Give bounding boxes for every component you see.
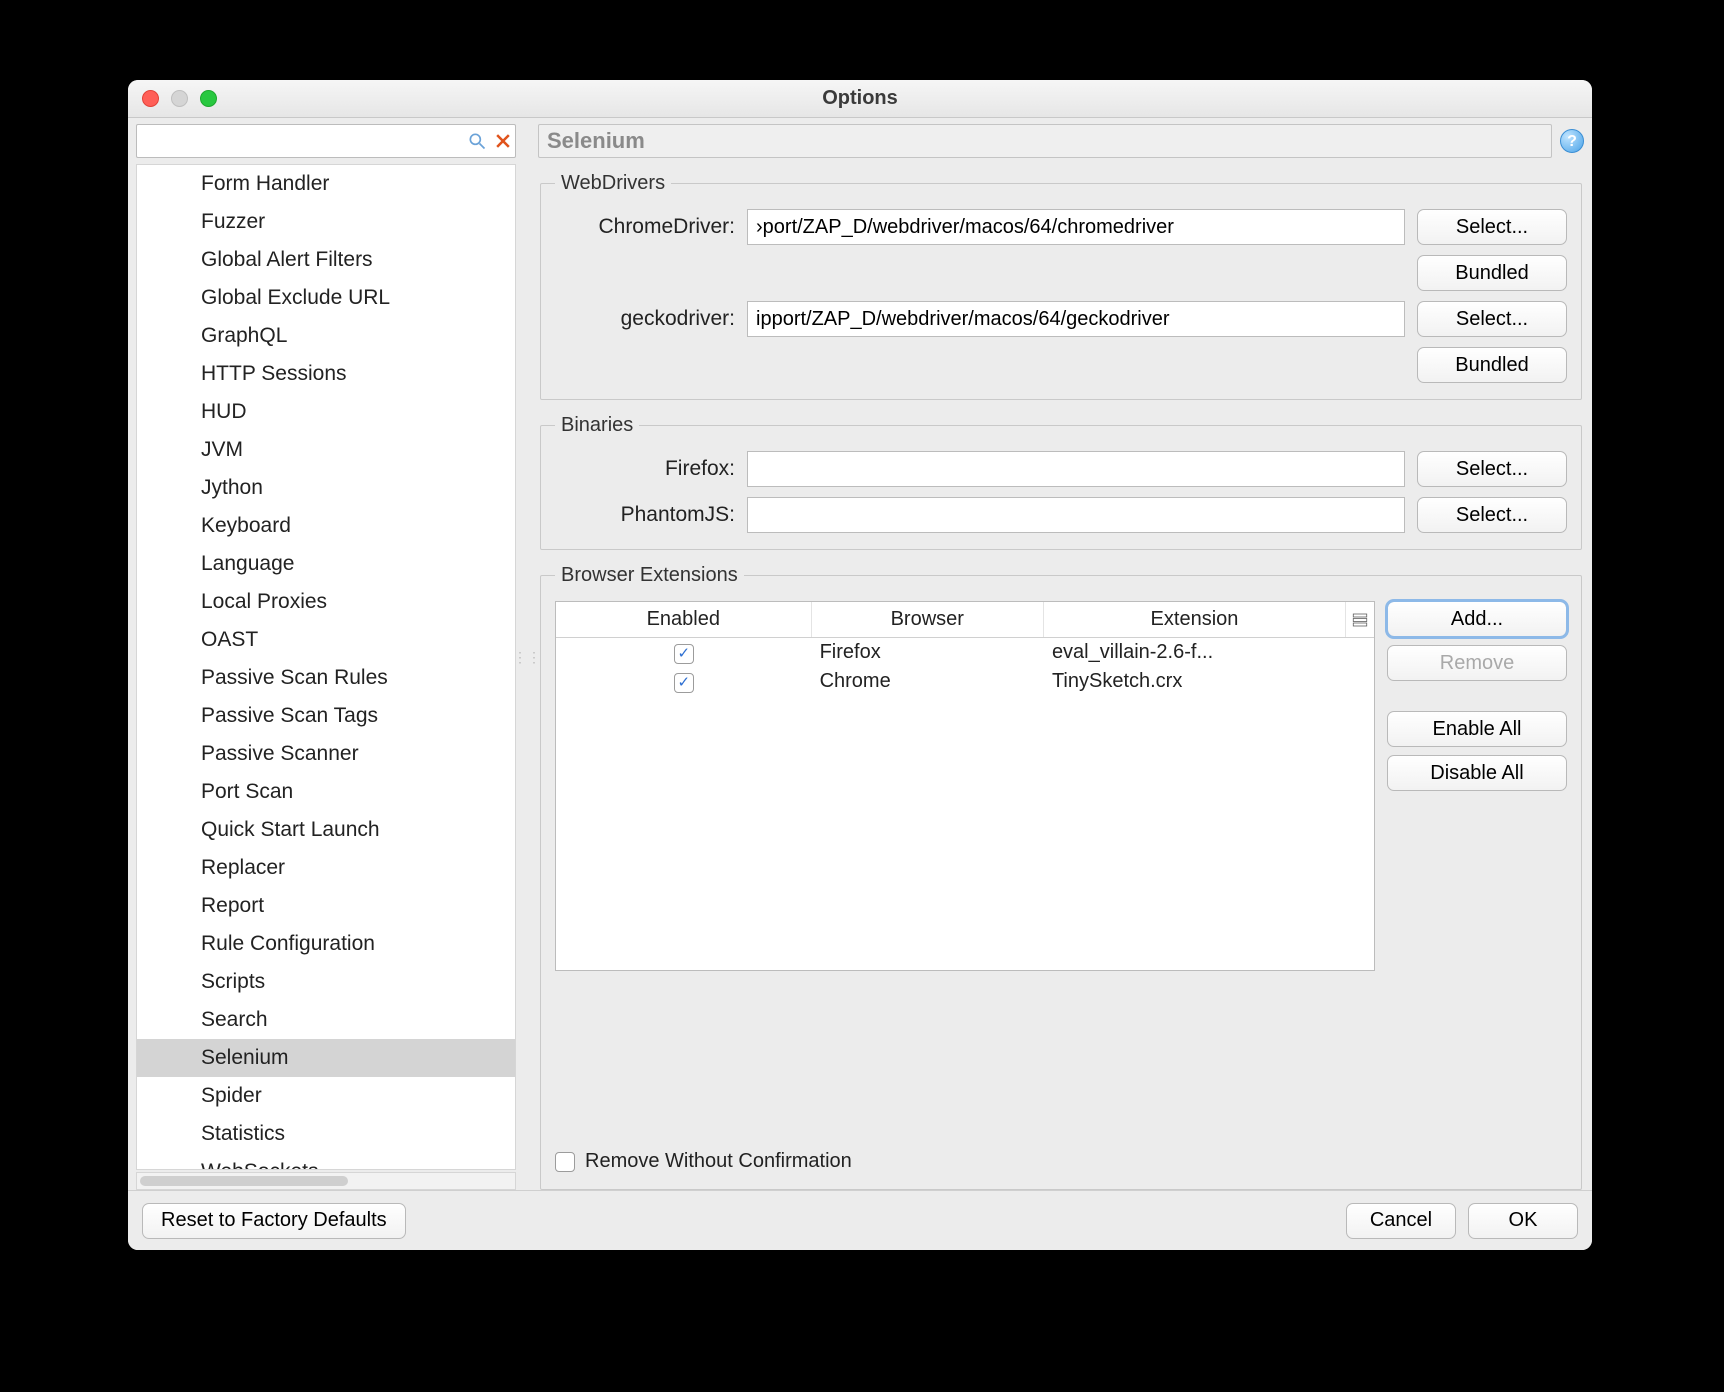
- scroll-thumb[interactable]: [140, 1176, 348, 1186]
- window-title: Options: [128, 87, 1592, 110]
- geckodriver-label: geckodriver:: [555, 307, 735, 331]
- phantomjs-label: PhantomJS:: [555, 503, 735, 527]
- panel-title: Selenium: [538, 124, 1552, 158]
- search-icon[interactable]: [467, 131, 487, 151]
- help-icon[interactable]: ?: [1560, 129, 1584, 153]
- remove-confirm-row: Remove Without Confirmation: [555, 1150, 1567, 1173]
- table-row[interactable]: ✓ ChromeTinySketch.crx: [556, 667, 1374, 696]
- sidebar-item-local-proxies[interactable]: Local Proxies: [137, 583, 515, 621]
- chromedriver-path[interactable]: [747, 209, 1405, 245]
- extensions-side-buttons: Add... Remove Enable All Disable All: [1387, 601, 1567, 1140]
- search-row: [136, 124, 516, 158]
- extension-cell: eval_villain-2.6-f...: [1044, 638, 1346, 667]
- sidebar-item-selenium[interactable]: Selenium: [137, 1039, 515, 1077]
- sidebar-item-scripts[interactable]: Scripts: [137, 963, 515, 1001]
- chromedriver-bundled-button[interactable]: Bundled: [1417, 255, 1567, 291]
- titlebar: Options: [128, 80, 1592, 118]
- options-window: Options Form HandlerFuzzerGlobal Alert F…: [128, 80, 1592, 1250]
- sidebar-item-report[interactable]: Report: [137, 887, 515, 925]
- ok-button[interactable]: OK: [1468, 1203, 1578, 1239]
- sidebar-item-language[interactable]: Language: [137, 545, 515, 583]
- browser-cell: Chrome: [812, 667, 1044, 696]
- sidebar-item-search[interactable]: Search: [137, 1001, 515, 1039]
- table-header: Enabled Browser Extension: [556, 602, 1374, 638]
- sidebar-item-passive-scan-rules[interactable]: Passive Scan Rules: [137, 659, 515, 697]
- webdrivers-group: WebDrivers ChromeDriver: Select... Bundl…: [540, 172, 1582, 400]
- firefox-label: Firefox:: [555, 457, 735, 481]
- sidebar-item-spider[interactable]: Spider: [137, 1077, 515, 1115]
- sidebar-item-hud[interactable]: HUD: [137, 393, 515, 431]
- enable-all-button[interactable]: Enable All: [1387, 711, 1567, 747]
- sidebar-item-passive-scan-tags[interactable]: Passive Scan Tags: [137, 697, 515, 735]
- extensions-legend: Browser Extensions: [555, 564, 744, 587]
- sidebar-item-quick-start-launch[interactable]: Quick Start Launch: [137, 811, 515, 849]
- cancel-button[interactable]: Cancel: [1346, 1203, 1456, 1239]
- enabled-checkbox[interactable]: ✓: [674, 644, 694, 664]
- col-enabled[interactable]: Enabled: [556, 602, 812, 637]
- options-list[interactable]: Form HandlerFuzzerGlobal Alert FiltersGl…: [136, 164, 516, 1170]
- geckodriver-path[interactable]: [747, 301, 1405, 337]
- extensions-group: Browser Extensions Enabled Browser Exten…: [540, 564, 1582, 1190]
- geckodriver-bundled-button[interactable]: Bundled: [1417, 347, 1567, 383]
- sidebar-item-global-exclude-url[interactable]: Global Exclude URL: [137, 279, 515, 317]
- content-panel: Selenium ? WebDrivers ChromeDriver: Sele…: [538, 124, 1584, 1190]
- phantomjs-path[interactable]: [747, 497, 1405, 533]
- add-button[interactable]: Add...: [1387, 601, 1567, 637]
- sidebar-item-fuzzer[interactable]: Fuzzer: [137, 203, 515, 241]
- binaries-legend: Binaries: [555, 414, 639, 437]
- firefox-path[interactable]: [747, 451, 1405, 487]
- sidebar-item-statistics[interactable]: Statistics: [137, 1115, 515, 1153]
- sidebar-hscroll[interactable]: [136, 1172, 516, 1190]
- reset-defaults-button[interactable]: Reset to Factory Defaults: [142, 1203, 406, 1239]
- table-row[interactable]: ✓ Firefoxeval_villain-2.6-f...: [556, 638, 1374, 667]
- column-selector-icon[interactable]: [1346, 602, 1374, 637]
- clear-icon[interactable]: [493, 131, 513, 151]
- remove-confirm-label: Remove Without Confirmation: [585, 1150, 852, 1173]
- footer: Reset to Factory Defaults Cancel OK: [128, 1190, 1592, 1250]
- disable-all-button[interactable]: Disable All: [1387, 755, 1567, 791]
- enabled-checkbox[interactable]: ✓: [674, 673, 694, 693]
- sidebar-item-jvm[interactable]: JVM: [137, 431, 515, 469]
- sidebar-item-http-sessions[interactable]: HTTP Sessions: [137, 355, 515, 393]
- sidebar-item-global-alert-filters[interactable]: Global Alert Filters: [137, 241, 515, 279]
- extension-cell: TinySketch.crx: [1044, 667, 1346, 696]
- remove-confirm-checkbox[interactable]: [555, 1152, 575, 1172]
- sidebar: Form HandlerFuzzerGlobal Alert FiltersGl…: [136, 124, 516, 1190]
- window-body: Form HandlerFuzzerGlobal Alert FiltersGl…: [128, 118, 1592, 1190]
- table-body: ✓ Firefoxeval_villain-2.6-f... ✓ ChromeTiny…: [556, 638, 1374, 970]
- sidebar-item-passive-scanner[interactable]: Passive Scanner: [137, 735, 515, 773]
- sidebar-item-graphql[interactable]: GraphQL: [137, 317, 515, 355]
- col-browser[interactable]: Browser: [812, 602, 1044, 637]
- chromedriver-label: ChromeDriver:: [555, 215, 735, 239]
- sidebar-item-form-handler[interactable]: Form Handler: [137, 165, 515, 203]
- col-extension[interactable]: Extension: [1044, 602, 1346, 637]
- panel-header: Selenium ?: [538, 124, 1584, 158]
- webdrivers-legend: WebDrivers: [555, 172, 671, 195]
- split-handle[interactable]: ⋮⋮: [522, 124, 532, 1190]
- sidebar-item-keyboard[interactable]: Keyboard: [137, 507, 515, 545]
- chromedriver-select-button[interactable]: Select...: [1417, 209, 1567, 245]
- sidebar-item-port-scan[interactable]: Port Scan: [137, 773, 515, 811]
- browser-cell: Firefox: [812, 638, 1044, 667]
- remove-button: Remove: [1387, 645, 1567, 681]
- search-input[interactable]: [139, 129, 461, 154]
- sidebar-item-jython[interactable]: Jython: [137, 469, 515, 507]
- sidebar-item-websockets[interactable]: WebSockets: [137, 1153, 515, 1170]
- sidebar-item-rule-configuration[interactable]: Rule Configuration: [137, 925, 515, 963]
- extensions-table[interactable]: Enabled Browser Extension ✓ Firefoxeval_v…: [555, 601, 1375, 971]
- binaries-group: Binaries Firefox: Select... PhantomJS: S…: [540, 414, 1582, 550]
- firefox-select-button[interactable]: Select...: [1417, 451, 1567, 487]
- phantomjs-select-button[interactable]: Select...: [1417, 497, 1567, 533]
- sidebar-item-replacer[interactable]: Replacer: [137, 849, 515, 887]
- geckodriver-select-button[interactable]: Select...: [1417, 301, 1567, 337]
- sidebar-item-oast[interactable]: OAST: [137, 621, 515, 659]
